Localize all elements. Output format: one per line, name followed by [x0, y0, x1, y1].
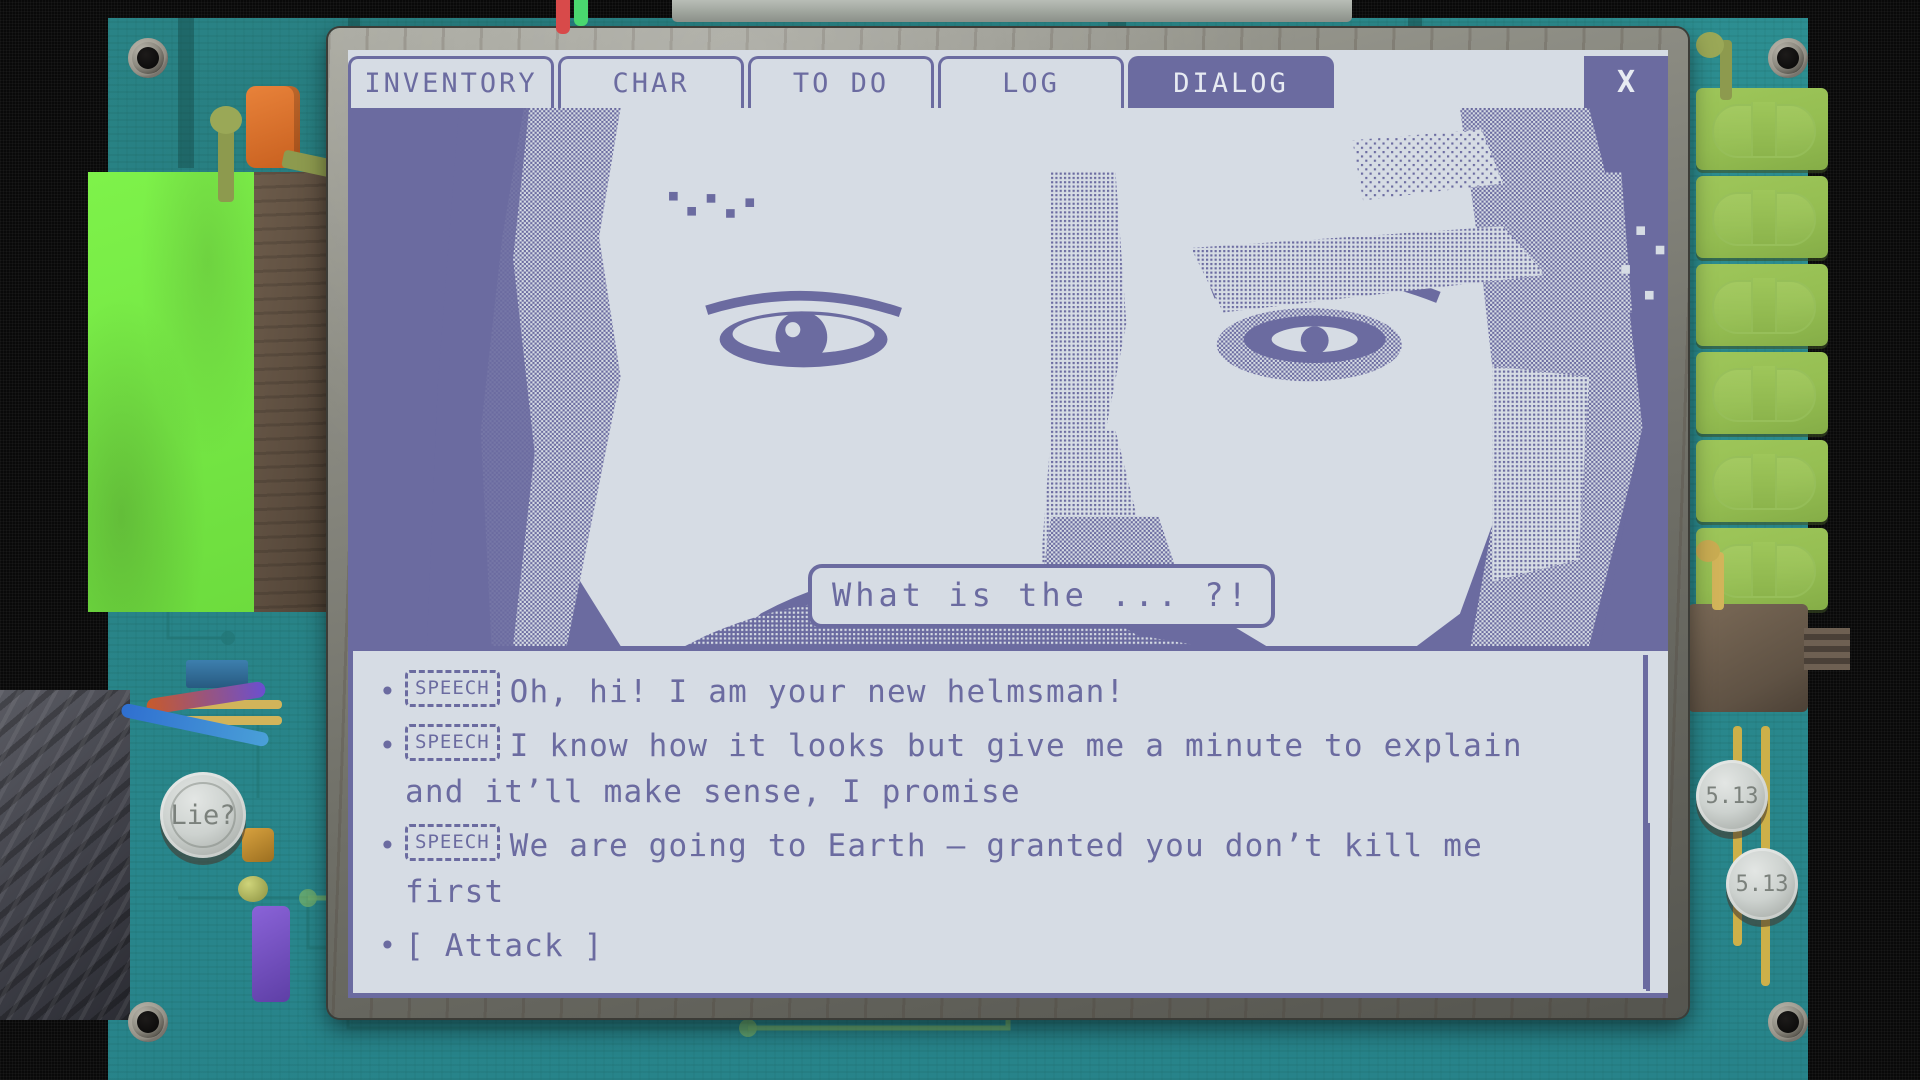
wire-node-left: [210, 106, 242, 134]
game-scene: Lie? 5.13 5.13 INVENTORY CHAR TO DO LOG: [0, 0, 1920, 1080]
terminal-bezel: INVENTORY CHAR TO DO LOG DIALOG X What i…: [328, 28, 1688, 1018]
chip-module: [1696, 264, 1828, 346]
wire-node-right: [1696, 32, 1724, 58]
bullet-icon: •: [379, 929, 398, 962]
dialog-option[interactable]: • SPEECH I know how it looks but give me …: [379, 723, 1598, 815]
dialog-option-text: [ Attack ]: [405, 928, 604, 964]
chip-module: [1696, 440, 1828, 522]
chip-module: [1696, 352, 1828, 434]
lie-button[interactable]: Lie?: [160, 772, 246, 858]
screw-top-right: [1768, 38, 1808, 78]
value-badge-2[interactable]: 5.13: [1726, 848, 1798, 920]
tab-inventory[interactable]: INVENTORY: [348, 56, 554, 108]
tab-bar: INVENTORY CHAR TO DO LOG DIALOG X: [348, 50, 1668, 108]
screw-bottom-left: [128, 1002, 168, 1042]
close-icon: X: [1616, 64, 1636, 100]
tab-todo-label: TO DO: [792, 68, 890, 99]
chip-module: [1696, 176, 1828, 258]
close-button[interactable]: X: [1584, 56, 1668, 108]
speech-tag: SPEECH: [405, 670, 500, 707]
cable-tray: [672, 0, 1352, 22]
dialog-option[interactable]: • SPEECH We are going to Earth – granted …: [379, 823, 1598, 915]
edge-connector: [1688, 604, 1850, 712]
tab-log[interactable]: LOG: [938, 56, 1124, 108]
lie-button-label: Lie?: [170, 799, 236, 831]
bullet-icon: •: [379, 729, 398, 762]
speech-tag: SPEECH: [405, 824, 500, 861]
dialog-option-text: I know how it looks but give me a minute…: [405, 728, 1523, 810]
dialog-option[interactable]: • SPEECH Oh, hi! I am your new helmsman!: [379, 669, 1598, 715]
green-card-module: [88, 172, 254, 612]
dialog-option-body: SPEECH I know how it looks but give me a …: [405, 723, 1598, 815]
tab-log-label: LOG: [1002, 68, 1060, 99]
tab-char-label: CHAR: [612, 68, 690, 99]
speech-bubble: What is the ... ?!: [808, 564, 1275, 628]
purple-capacitor: [252, 906, 290, 1002]
dialog-option-attack[interactable]: • [ Attack ]: [379, 923, 1598, 969]
screw-top-left: [128, 38, 168, 78]
dialog-option-body: SPEECH Oh, hi! I am your new helmsman!: [405, 669, 1598, 715]
value-badge-2-label: 5.13: [1735, 871, 1789, 897]
bullet-icon: •: [379, 829, 398, 862]
bullet-icon: •: [379, 675, 398, 708]
tab-todo[interactable]: TO DO: [748, 56, 934, 108]
speech-tag: SPEECH: [405, 724, 500, 761]
wire-node-connector: [1696, 540, 1720, 562]
wire-connector-feed: [1712, 552, 1724, 610]
cable-red: [556, 0, 570, 34]
cable-green: [574, 0, 588, 26]
chip-stack: [1696, 88, 1828, 616]
round-node: [238, 876, 268, 902]
machinery-debris: [0, 690, 130, 1020]
dialog-option-text: Oh, hi! I am your new helmsman!: [509, 674, 1126, 710]
tab-dialog-label: DIALOG: [1173, 68, 1289, 99]
chip-module: [1696, 88, 1828, 170]
dialog-option-text: We are going to Earth – granted you don’…: [405, 828, 1483, 910]
speech-bubble-text: What is the ... ?!: [832, 576, 1251, 614]
character-portrait: What is the ... ?!: [348, 108, 1668, 646]
value-badge-1[interactable]: 5.13: [1696, 760, 1768, 832]
value-badge-1-label: 5.13: [1705, 783, 1759, 809]
dialog-options-panel: • SPEECH Oh, hi! I am your new helmsman! …: [348, 646, 1668, 998]
tab-inventory-label: INVENTORY: [364, 68, 538, 99]
scrollbar-thumb[interactable]: [1646, 823, 1664, 991]
screw-bottom-right: [1768, 1002, 1808, 1042]
tab-char[interactable]: CHAR: [558, 56, 744, 108]
amber-component: [242, 828, 274, 862]
dialog-option-body: SPEECH We are going to Earth – granted yo…: [405, 823, 1598, 915]
tab-dialog[interactable]: DIALOG: [1128, 56, 1334, 108]
dialog-options-list: • SPEECH Oh, hi! I am your new helmsman! …: [353, 651, 1668, 993]
terminal-screen: INVENTORY CHAR TO DO LOG DIALOG X What i…: [348, 50, 1668, 998]
brown-rail: [254, 172, 328, 612]
